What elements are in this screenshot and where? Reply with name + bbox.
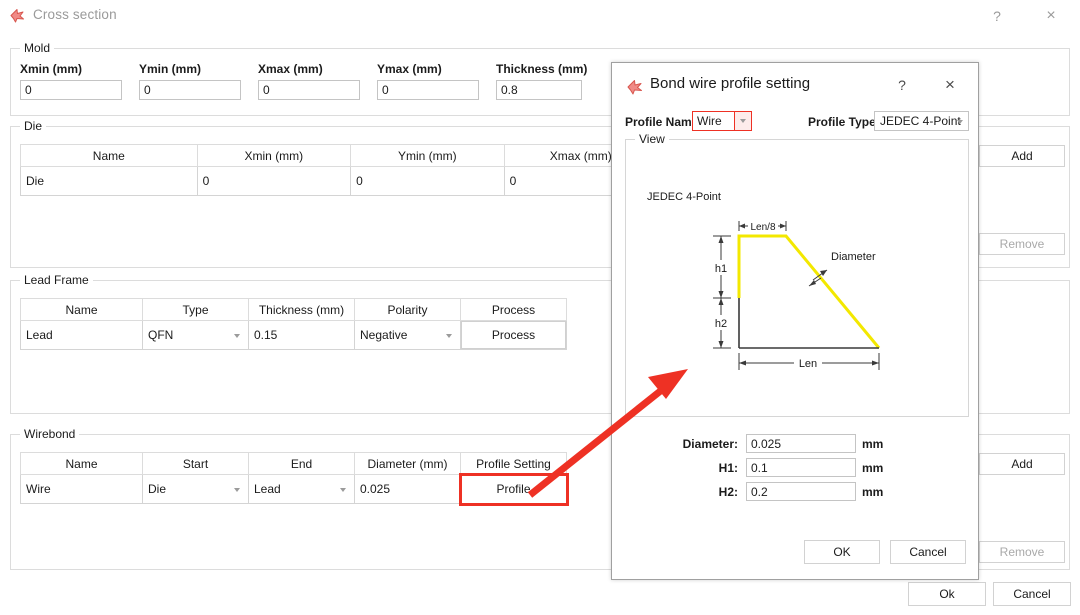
lf-cell-name[interactable]: Lead (21, 321, 143, 350)
diagram-h2-label: h2 (715, 318, 727, 330)
wb-cell-diameter[interactable]: 0.025 (355, 475, 461, 504)
wirebond-table: Name Start End Diameter (mm) Profile Set… (20, 452, 567, 504)
dialog-close-icon[interactable]: × (936, 73, 964, 97)
wb-col-diameter: Diameter (mm) (355, 453, 461, 475)
window-title: Cross section (33, 7, 117, 22)
mold-thickness-input[interactable] (496, 80, 582, 100)
wb-cell-name[interactable]: Wire (21, 475, 143, 504)
die-col-ymin: Ymin (mm) (351, 145, 504, 167)
process-button[interactable]: Process (461, 321, 566, 349)
lf-cell-polarity-dropdown[interactable]: Negative (355, 321, 461, 350)
wirebond-remove-button[interactable]: Remove (979, 541, 1065, 563)
h2-label: H2: (676, 485, 738, 499)
diagram-h1-label: h1 (715, 263, 727, 275)
view-group: View JEDEC 4-Point Len/8 (625, 139, 969, 417)
mold-thickness-label: Thickness (mm) (496, 62, 587, 76)
lf-col-name: Name (21, 299, 143, 321)
diameter-label: Diameter: (676, 437, 738, 451)
die-add-button[interactable]: Add (979, 145, 1065, 167)
lf-col-type: Type (143, 299, 249, 321)
close-icon[interactable]: × (1028, 0, 1074, 32)
dialog-cancel-button[interactable]: Cancel (890, 540, 966, 564)
lead-frame-table-header-row: Name Type Thickness (mm) Polarity Proces… (21, 299, 567, 321)
die-cell-xmin[interactable]: 0 (197, 167, 350, 196)
h2-input[interactable] (746, 482, 856, 501)
lf-cell-type-dropdown[interactable]: QFN (143, 321, 249, 350)
die-remove-button[interactable]: Remove (979, 233, 1065, 255)
diagram-len8-label: Len/8 (750, 222, 775, 233)
mold-ymax-label: Ymax (mm) (377, 62, 442, 76)
window-titlebar: Cross section ? × (0, 0, 1080, 32)
profile-button[interactable]: Profile (461, 475, 566, 503)
dialog-help-button[interactable]: ? (888, 73, 916, 97)
wb-col-end: End (249, 453, 355, 475)
profile-name-value: Wire (697, 114, 722, 128)
die-cell-ymin[interactable]: 0 (351, 167, 504, 196)
lf-cell-thickness[interactable]: 0.15 (249, 321, 355, 350)
die-col-name: Name (21, 145, 198, 167)
app-logo-icon (626, 79, 644, 95)
table-row[interactable]: Wire Die Lead 0.025 Profile (21, 475, 567, 504)
wirebond-table-header-row: Name Start End Diameter (mm) Profile Set… (21, 453, 567, 475)
profile-name-label: Profile Name (625, 115, 698, 129)
profile-name-dropdown[interactable]: Wire (692, 111, 752, 131)
app-logo-icon (9, 8, 26, 23)
die-group-title: Die (20, 119, 46, 133)
mold-ymin-input[interactable] (139, 80, 241, 100)
wirebond-add-button[interactable]: Add (979, 453, 1065, 475)
dialog-ok-button[interactable]: OK (804, 540, 880, 564)
diameter-input[interactable] (746, 434, 856, 453)
view-group-title: View (635, 132, 669, 146)
h1-input[interactable] (746, 458, 856, 477)
table-row[interactable]: Lead QFN 0.15 Negative Process (21, 321, 567, 350)
lf-col-polarity: Polarity (355, 299, 461, 321)
ok-button[interactable]: Ok (908, 582, 986, 606)
dialog-title: Bond wire profile setting (650, 75, 810, 92)
profile-type-label: Profile Type: (808, 115, 880, 129)
wb-cell-profile[interactable]: Profile (461, 475, 567, 504)
chevron-down-icon[interactable] (734, 112, 751, 130)
mold-ymin-label: Ymin (mm) (139, 62, 201, 76)
cancel-button[interactable]: Cancel (993, 582, 1071, 606)
die-col-xmin: Xmin (mm) (197, 145, 350, 167)
h1-unit: mm (862, 461, 883, 475)
profile-type-dropdown[interactable]: JEDEC 4-Point (874, 111, 969, 131)
wire-profile-diagram: JEDEC 4-Point Len/8 h1 (631, 148, 964, 411)
profile-type-value: JEDEC 4-Point (880, 114, 961, 128)
die-cell-name[interactable]: Die (21, 167, 198, 196)
mold-group-title: Mold (20, 41, 54, 55)
mold-xmax-label: Xmax (mm) (258, 62, 323, 76)
lf-col-process: Process (461, 299, 567, 321)
wb-col-start: Start (143, 453, 249, 475)
chevron-down-icon[interactable] (957, 120, 963, 124)
diagram-len-label: Len (799, 358, 817, 370)
mold-xmin-label: Xmin (mm) (20, 62, 82, 76)
wb-cell-start-dropdown[interactable]: Die (143, 475, 249, 504)
wb-col-profile: Profile Setting (461, 453, 567, 475)
lead-frame-table: Name Type Thickness (mm) Polarity Proces… (20, 298, 567, 350)
diameter-unit: mm (862, 437, 883, 451)
mold-ymax-input[interactable] (377, 80, 479, 100)
mold-xmin-input[interactable] (20, 80, 122, 100)
wirebond-group-title: Wirebond (20, 427, 79, 441)
lead-frame-group-title: Lead Frame (20, 273, 93, 287)
help-button[interactable]: ? (974, 0, 1020, 32)
mold-xmax-input[interactable] (258, 80, 360, 100)
diagram-caption: JEDEC 4-Point (647, 191, 721, 203)
lf-cell-process[interactable]: Process (461, 321, 567, 350)
h2-unit: mm (862, 485, 883, 499)
lf-col-thickness: Thickness (mm) (249, 299, 355, 321)
wb-cell-end-dropdown[interactable]: Lead (249, 475, 355, 504)
wb-col-name: Name (21, 453, 143, 475)
h1-label: H1: (676, 461, 738, 475)
bond-wire-profile-dialog: Bond wire profile setting ? × Profile Na… (611, 62, 979, 580)
diagram-diameter-label: Diameter (831, 251, 876, 263)
